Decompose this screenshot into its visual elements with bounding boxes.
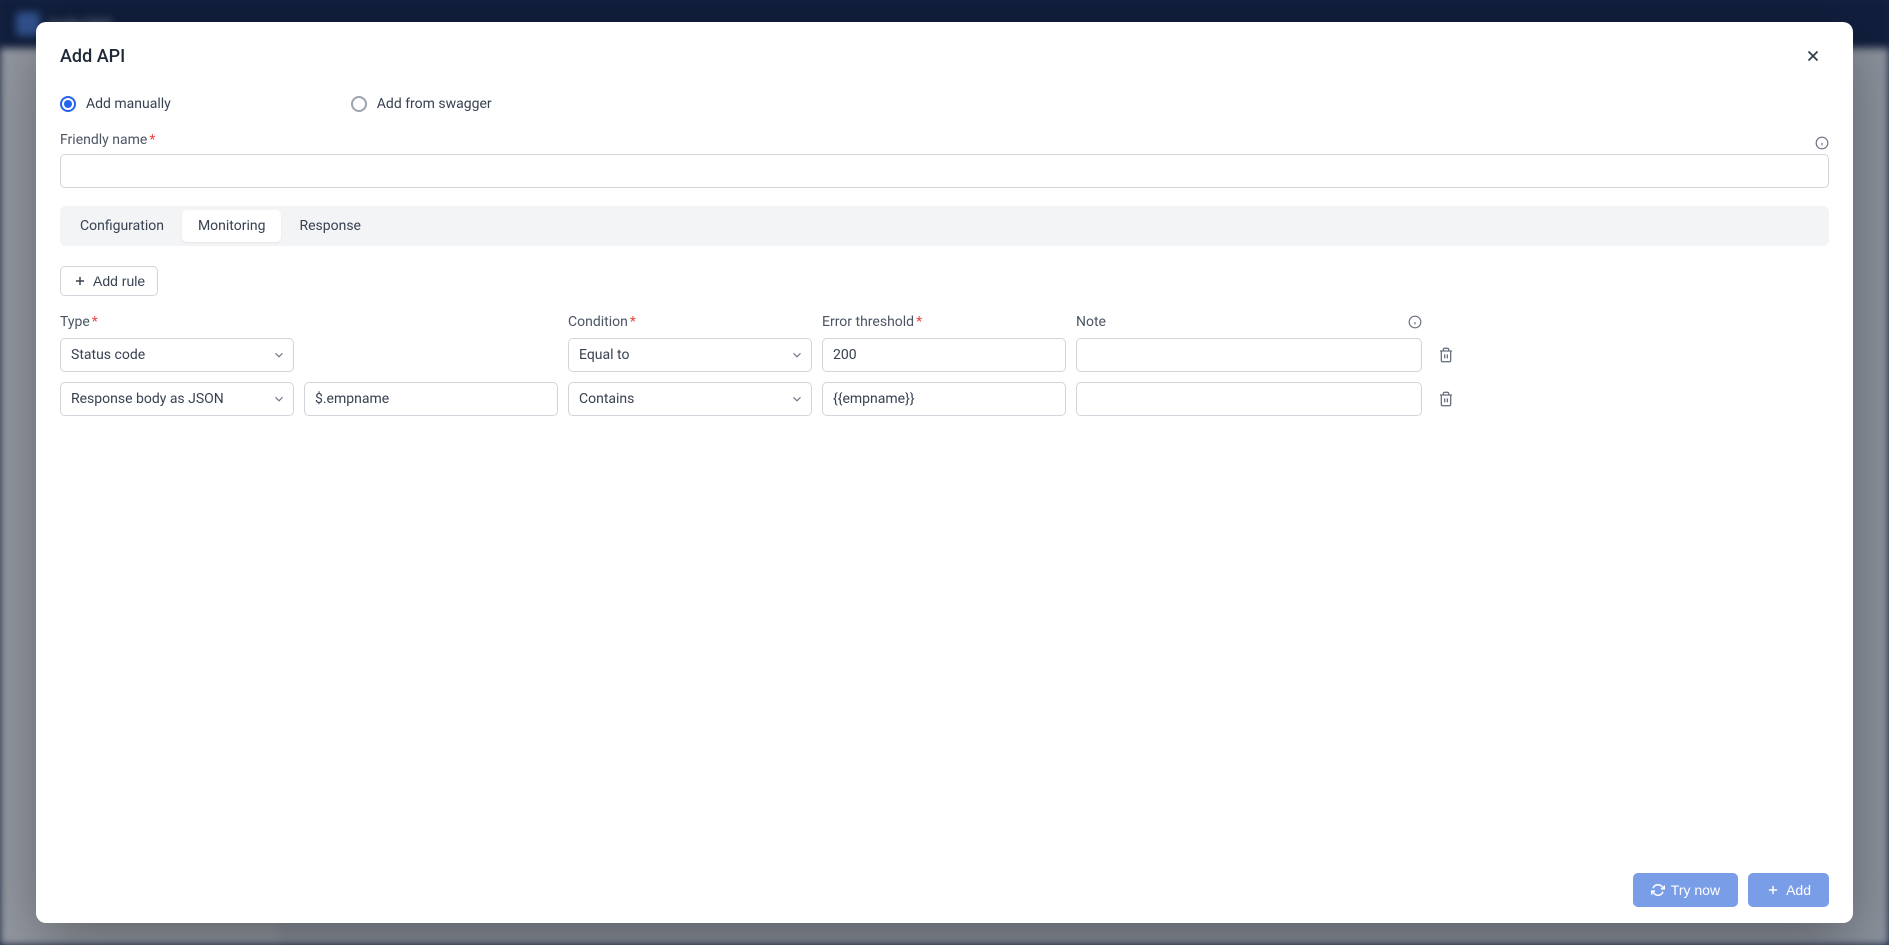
add-label: Add	[1786, 882, 1811, 898]
tab-monitoring[interactable]: Monitoring	[182, 210, 282, 242]
rule-threshold-input[interactable]	[822, 382, 1066, 416]
col-type: Type*	[60, 314, 558, 330]
delete-rule-button[interactable]	[1432, 341, 1460, 369]
trash-icon	[1438, 347, 1454, 363]
radio-icon	[60, 96, 76, 112]
rules-table: Type* Condition* Error threshold* Note	[60, 314, 1829, 426]
add-rule-label: Add rule	[93, 273, 145, 289]
rule-type-select[interactable]	[60, 338, 294, 372]
try-now-label: Try now	[1671, 882, 1720, 898]
add-button[interactable]: Add	[1748, 873, 1829, 907]
tab-bar: Configuration Monitoring Response	[60, 206, 1829, 246]
rule-row	[60, 338, 1829, 372]
col-note: Note	[1076, 314, 1422, 330]
modal-header: Add API	[36, 22, 1853, 80]
info-icon[interactable]	[1408, 315, 1422, 329]
friendly-name-input[interactable]	[60, 154, 1829, 188]
radio-label: Add manually	[86, 96, 171, 112]
trash-icon	[1438, 391, 1454, 407]
col-condition: Condition*	[568, 314, 812, 330]
rule-condition-select[interactable]	[568, 382, 812, 416]
radio-add-manually[interactable]: Add manually	[60, 96, 171, 112]
rules-header-row: Type* Condition* Error threshold* Note	[60, 314, 1829, 330]
rule-note-input[interactable]	[1076, 338, 1422, 372]
rule-type-select[interactable]	[60, 382, 294, 416]
refresh-icon	[1651, 883, 1665, 897]
try-now-button[interactable]: Try now	[1633, 873, 1738, 907]
info-icon[interactable]	[1815, 136, 1829, 150]
rule-row	[60, 382, 1829, 416]
close-button[interactable]	[1797, 40, 1829, 72]
tab-response[interactable]: Response	[283, 210, 377, 242]
rule-note-input[interactable]	[1076, 382, 1422, 416]
modal-footer: Try now Add	[36, 857, 1853, 923]
rule-threshold-input[interactable]	[822, 338, 1066, 372]
modal-body: Add manually Add from swagger Friendly n…	[36, 80, 1853, 857]
source-radio-group: Add manually Add from swagger	[60, 88, 1829, 112]
add-rule-button[interactable]: Add rule	[60, 266, 158, 296]
modal-title: Add API	[60, 46, 1797, 67]
radio-add-from-swagger[interactable]: Add from swagger	[351, 96, 492, 112]
rule-condition-select[interactable]	[568, 338, 812, 372]
plus-icon	[1766, 883, 1780, 897]
close-icon	[1804, 47, 1822, 65]
plus-icon	[73, 274, 87, 288]
radio-label: Add from swagger	[377, 96, 492, 112]
delete-rule-button[interactable]	[1432, 385, 1460, 413]
add-api-modal: Add API Add manually Add from swagger Fr…	[36, 22, 1853, 923]
radio-icon	[351, 96, 367, 112]
tab-configuration[interactable]: Configuration	[64, 210, 180, 242]
rule-path-input[interactable]	[304, 382, 558, 416]
col-error-threshold: Error threshold*	[822, 314, 1066, 330]
friendly-name-label: Friendly name*	[60, 132, 155, 148]
